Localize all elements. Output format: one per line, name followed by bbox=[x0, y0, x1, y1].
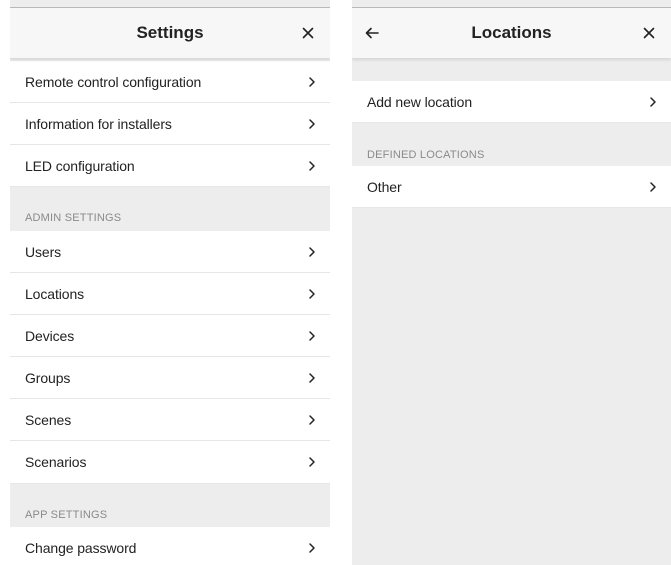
section-header-admin: ADMIN SETTINGS bbox=[25, 212, 122, 224]
close-button[interactable] bbox=[296, 21, 320, 45]
settings-panel: Settings Remote control configuration In… bbox=[10, 0, 330, 565]
section-header-app: APP SETTINGS bbox=[25, 509, 108, 521]
close-button[interactable] bbox=[637, 21, 661, 45]
chevron-right-icon bbox=[307, 160, 317, 172]
settings-item-devices[interactable]: Devices bbox=[10, 315, 330, 357]
chevron-right-icon bbox=[307, 76, 317, 88]
chevron-right-icon bbox=[307, 372, 317, 384]
settings-item-label: Users bbox=[25, 243, 62, 260]
add-new-location-item[interactable]: Add new location bbox=[352, 81, 671, 123]
settings-item-label: LED configuration bbox=[25, 157, 135, 174]
section-header-defined-locations: DEFINED LOCATIONS bbox=[367, 149, 485, 161]
page-title: Settings bbox=[136, 23, 204, 42]
page-title: Locations bbox=[471, 23, 552, 42]
chevron-right-icon bbox=[307, 118, 317, 130]
chevron-right-icon bbox=[307, 542, 317, 554]
settings-item-change-password[interactable]: Change password bbox=[10, 527, 330, 565]
settings-item-label: Change password bbox=[25, 539, 137, 556]
settings-item-label: Devices bbox=[25, 327, 75, 344]
settings-item-installers[interactable]: Information for installers bbox=[10, 103, 330, 145]
settings-item-label: Locations bbox=[25, 285, 85, 302]
settings-item-remote-control[interactable]: Remote control configuration bbox=[10, 61, 330, 103]
settings-item-label: Information for installers bbox=[25, 115, 172, 132]
close-icon bbox=[302, 27, 314, 39]
settings-item-scenes[interactable]: Scenes bbox=[10, 399, 330, 441]
chevron-right-icon bbox=[307, 288, 317, 300]
chevron-right-icon bbox=[648, 181, 658, 193]
settings-item-label: Groups bbox=[25, 369, 71, 386]
settings-item-label: Scenes bbox=[25, 411, 72, 428]
close-icon bbox=[643, 27, 655, 39]
locations-panel: Locations Add new location DEFINED LOCAT… bbox=[352, 0, 671, 565]
settings-item-users[interactable]: Users bbox=[10, 231, 330, 273]
settings-item-led[interactable]: LED configuration bbox=[10, 145, 330, 187]
location-item-other[interactable]: Other bbox=[352, 166, 671, 208]
chevron-right-icon bbox=[307, 456, 317, 468]
chevron-right-icon bbox=[307, 330, 317, 342]
chevron-right-icon bbox=[648, 96, 658, 108]
settings-item-groups[interactable]: Groups bbox=[10, 357, 330, 399]
location-item-label: Other bbox=[367, 178, 402, 195]
settings-item-locations[interactable]: Locations bbox=[10, 273, 330, 315]
chevron-right-icon bbox=[307, 414, 317, 426]
chevron-right-icon bbox=[307, 246, 317, 258]
locations-header: Locations bbox=[352, 8, 671, 58]
settings-item-scenarios[interactable]: Scenarios bbox=[10, 441, 330, 484]
settings-item-label: Remote control configuration bbox=[25, 73, 202, 90]
settings-item-label: Scenarios bbox=[25, 454, 87, 470]
add-new-location-label: Add new location bbox=[367, 93, 473, 110]
settings-header: Settings bbox=[10, 8, 330, 58]
